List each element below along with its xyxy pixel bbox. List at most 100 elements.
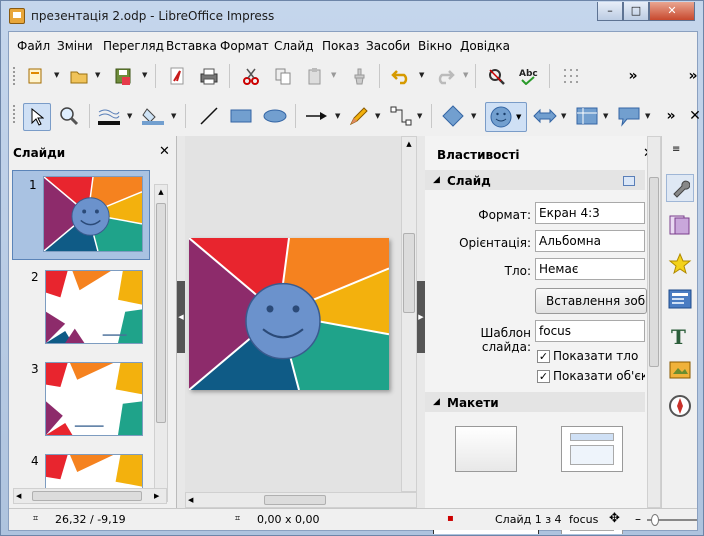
flowchart-icon[interactable] [575, 104, 599, 128]
fit-slide-icon[interactable]: ✥ [609, 511, 620, 526]
slides-panel-close-icon[interactable]: ✕ [159, 144, 170, 168]
callouts-icon[interactable] [617, 104, 641, 128]
open-folder-icon[interactable] [67, 64, 91, 88]
chevron-down-icon[interactable]: ▼ [419, 71, 424, 79]
chevron-down-icon[interactable]: ▼ [54, 71, 59, 79]
chevron-down-icon[interactable]: ▼ [645, 112, 650, 120]
grid-icon[interactable] [559, 64, 583, 88]
spellcheck-icon[interactable]: Abc [517, 64, 541, 88]
chevron-down-icon[interactable]: ▼ [331, 71, 336, 79]
slide-transition-deck-button[interactable] [668, 288, 692, 313]
chevron-down-icon[interactable]: ▼ [463, 71, 468, 79]
arrow-line-icon[interactable] [305, 104, 329, 128]
scrollbar-thumb[interactable] [649, 177, 659, 367]
background-dropdown[interactable]: Немає [535, 258, 645, 280]
menu-slideshow[interactable]: Показ [322, 39, 359, 53]
clone-formatting-icon[interactable] [347, 64, 371, 88]
undo-icon[interactable] [389, 64, 413, 88]
current-slide[interactable] [188, 237, 390, 391]
slides-horizontal-scrollbar[interactable]: ◀ ▶ [13, 488, 167, 504]
chevron-down-icon[interactable]: ▼ [142, 71, 147, 79]
save-icon[interactable] [111, 64, 135, 88]
chevron-down-icon[interactable]: ▼ [417, 112, 422, 120]
show-objects-checkbox[interactable]: ✓ [537, 370, 550, 383]
menu-window[interactable]: Вікно [418, 39, 452, 53]
basic-shapes-diamond-icon[interactable] [441, 104, 465, 128]
zoom-icon[interactable] [57, 104, 81, 128]
zoom-slider-thumb[interactable] [651, 514, 659, 526]
fill-color-icon[interactable] [141, 104, 165, 128]
canvas-vertical-scrollbar[interactable]: ▲ [401, 136, 417, 492]
menu-help[interactable]: Довідка [460, 39, 510, 53]
new-document-icon[interactable] [23, 64, 47, 88]
overflow-chevron-icon[interactable]: » [681, 64, 704, 88]
sidebar-menu-icon[interactable]: ≡ [672, 144, 680, 155]
scrollbar-thumb[interactable] [156, 203, 166, 423]
maximize-button[interactable]: □ [623, 2, 649, 21]
ellipse-tool-icon[interactable] [263, 104, 287, 128]
navigator-deck-button[interactable] [668, 394, 692, 421]
chevron-down-icon[interactable]: ▼ [375, 112, 380, 120]
slides-vertical-scrollbar[interactable]: ▲ [154, 184, 168, 502]
document-modified-icon[interactable]: ▪ [447, 513, 454, 524]
chevron-down-icon[interactable]: ▼ [127, 112, 132, 120]
toolbar-grip[interactable] [13, 67, 17, 85]
custom-animation-deck-button[interactable] [668, 252, 692, 279]
block-arrows-icon[interactable] [533, 104, 557, 128]
menu-insert[interactable]: Вставка [166, 39, 217, 53]
menu-slide[interactable]: Слайд [274, 39, 314, 53]
menu-file[interactable]: Файл [17, 39, 50, 53]
scroll-right-arrow-icon[interactable]: ▶ [154, 489, 159, 503]
layout-blank[interactable] [455, 426, 517, 472]
styles-deck-button[interactable]: T [668, 324, 692, 351]
minimize-button[interactable]: – [597, 2, 623, 21]
slide-2-thumbnail[interactable] [45, 270, 143, 344]
chevron-down-icon[interactable]: ▼ [561, 112, 566, 120]
slide-1-thumbnail[interactable] [43, 176, 143, 252]
insert-image-button[interactable]: Вставлення зобра [535, 288, 647, 314]
orientation-dropdown[interactable]: Альбомна [535, 230, 645, 252]
properties-vertical-scrollbar[interactable] [647, 136, 661, 508]
master-pages-deck-button[interactable] [668, 214, 692, 239]
copy-icon[interactable] [271, 64, 295, 88]
overflow-chevron-icon[interactable]: » [621, 64, 645, 88]
title-bar[interactable]: презентація 2.odp - LibreOffice Impress … [1, 1, 703, 31]
scroll-up-arrow-icon[interactable]: ▲ [155, 185, 167, 199]
find-replace-icon[interactable] [485, 64, 509, 88]
collapse-right-icon[interactable]: ▶ [417, 281, 425, 353]
line-tool-icon[interactable] [197, 104, 221, 128]
export-pdf-icon[interactable] [165, 64, 189, 88]
panel-splitter-right[interactable]: ▶ [417, 136, 425, 508]
print-icon[interactable] [197, 64, 221, 88]
chevron-down-icon[interactable]: ▼ [171, 112, 176, 120]
scroll-left-arrow-icon[interactable]: ◀ [188, 493, 193, 507]
redo-icon[interactable] [433, 64, 457, 88]
properties-deck-button[interactable] [666, 174, 694, 202]
gallery-deck-button[interactable] [668, 358, 692, 383]
paste-icon[interactable] [303, 64, 327, 88]
toolbar-close-icon[interactable]: ✕ [683, 104, 704, 128]
menu-format[interactable]: Формат [220, 39, 269, 53]
chevron-down-icon[interactable]: ▼ [95, 71, 100, 79]
menu-view[interactable]: Перегляд [103, 39, 164, 53]
collapse-left-icon[interactable]: ◀ [177, 281, 185, 353]
cut-icon[interactable] [239, 64, 263, 88]
chevron-down-icon[interactable]: ▼ [603, 112, 608, 120]
chevron-down-icon[interactable]: ▼ [335, 112, 340, 120]
menu-tools[interactable]: Засоби [366, 39, 410, 53]
scrollbar-thumb[interactable] [32, 491, 142, 501]
scroll-up-arrow-icon[interactable]: ▲ [402, 137, 416, 151]
slide-3-thumbnail[interactable] [45, 362, 143, 436]
chevron-down-icon[interactable]: ▼ [471, 112, 476, 120]
master-slide-dropdown[interactable]: focus [535, 320, 645, 342]
layout-title-content[interactable] [561, 426, 623, 472]
toolbar-grip[interactable] [13, 105, 17, 123]
menu-edit[interactable]: Зміни [57, 39, 93, 53]
close-button[interactable]: ✕ [649, 2, 695, 21]
show-background-checkbox[interactable]: ✓ [537, 350, 550, 363]
zoom-out-icon[interactable]: – [635, 512, 641, 526]
connector-icon[interactable] [389, 104, 413, 128]
more-options-icon[interactable] [623, 176, 635, 186]
overflow-chevron-icon[interactable]: » [659, 104, 683, 128]
curve-pencil-icon[interactable] [347, 104, 371, 128]
